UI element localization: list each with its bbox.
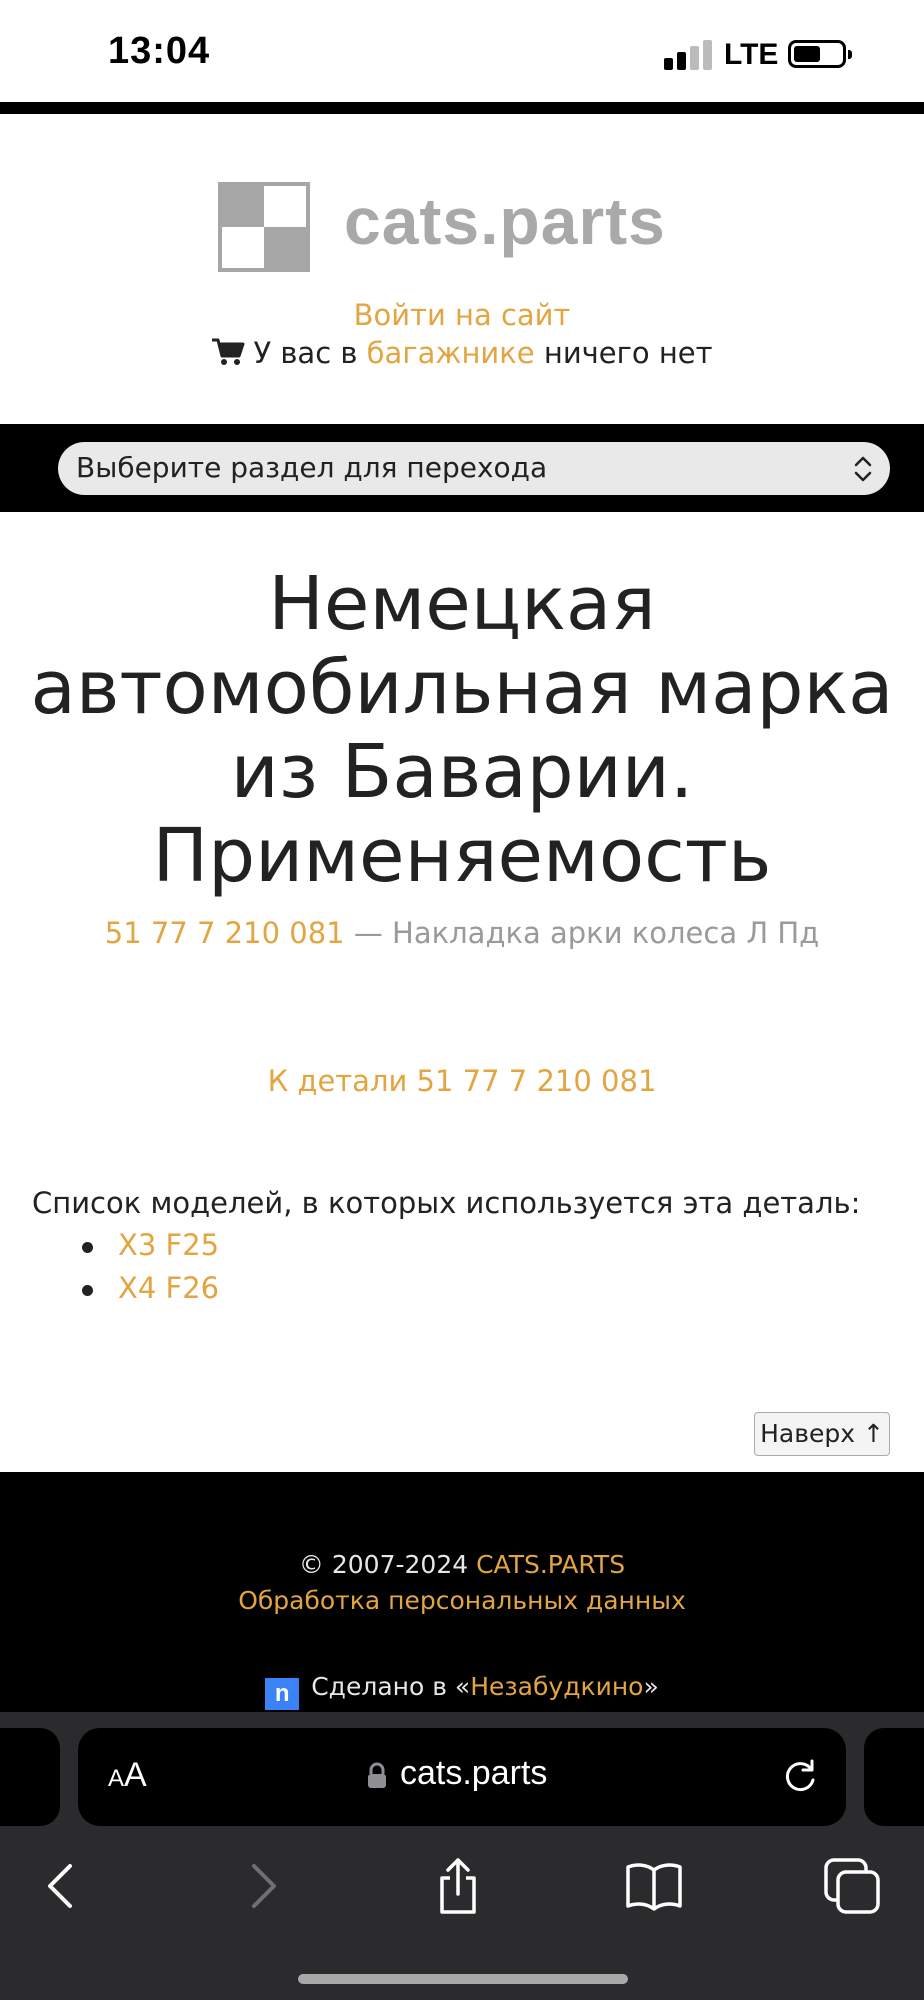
site-logo-icon[interactable] (218, 182, 310, 272)
part-description: — Накладка арки колеса Л Пд (344, 916, 820, 950)
copyright-link[interactable]: CATS.PARTS (476, 1550, 625, 1579)
url-text[interactable]: cats.parts (400, 1754, 547, 1793)
cart-prefix: У вас в (253, 336, 367, 370)
cart-suffix: ничего нет (534, 336, 713, 370)
made-in-prefix: Сделано в « (311, 1672, 471, 1701)
copyright: © 2007-2024 CATS.PARTS (0, 1550, 924, 1579)
part-number-link[interactable]: 51 77 7 210 081 (105, 916, 345, 950)
network-label: LTE (724, 38, 779, 71)
share-icon[interactable] (428, 1856, 488, 1916)
to-part-link[interactable]: К детали 51 77 7 210 081 (0, 1064, 924, 1098)
nezabudkino-logo-icon: n (265, 1678, 300, 1710)
models-heading: Список моделей, в которых используется э… (32, 1186, 861, 1220)
back-icon[interactable] (32, 1856, 92, 1916)
model-link[interactable]: X3 F25 (80, 1228, 219, 1271)
previous-tab-preview[interactable] (0, 1728, 60, 1826)
page-title: Немецкая автомобильная марка из Баварии.… (30, 561, 894, 899)
models-list: X3 F25 X4 F26 (80, 1228, 219, 1314)
section-select[interactable]: Выберите раздел для перехода (58, 442, 890, 495)
forward-icon[interactable] (232, 1856, 292, 1916)
reader-settings-button[interactable]: AA (108, 1756, 147, 1795)
section-select-value: Выберите раздел для перехода (76, 451, 548, 484)
tabs-icon[interactable] (822, 1856, 882, 1916)
nav-bar: Выберите раздел для перехода (0, 424, 924, 512)
part-line: 51 77 7 210 081 — Накладка арки колеса Л… (0, 916, 924, 950)
browser-address-area: AA cats.parts (0, 1712, 924, 1826)
model-link[interactable]: X4 F26 (80, 1271, 219, 1314)
copyright-prefix: © 2007-2024 (298, 1550, 477, 1579)
status-bar: 13:04 LTE (0, 0, 924, 102)
made-in: n Сделано в «Незабудкино» (0, 1672, 924, 1710)
browser-toolbar (0, 1826, 924, 2000)
chevron-updown-icon (854, 456, 872, 482)
cart-icon (212, 338, 245, 365)
reload-icon[interactable] (780, 1756, 820, 1796)
made-in-suffix: » (643, 1672, 659, 1701)
status-time: 13:04 (108, 30, 211, 72)
cart-link[interactable]: багажнике (367, 336, 535, 370)
next-tab-preview[interactable] (864, 1728, 924, 1826)
site-logo-text[interactable]: cats.parts (344, 183, 666, 259)
lock-icon (368, 1762, 386, 1788)
battery-icon (788, 40, 852, 68)
signal-icon (664, 40, 716, 70)
footer: © 2007-2024 CATS.PARTS Обработка персона… (0, 1472, 924, 1712)
top-strip (0, 102, 924, 114)
home-indicator[interactable] (298, 1974, 628, 1984)
cart-status: У вас в багажнике ничего нет (0, 336, 924, 370)
address-bar[interactable]: AA cats.parts (78, 1728, 846, 1826)
back-to-top-button[interactable]: Наверх ↑ (754, 1412, 890, 1456)
bookmarks-icon[interactable] (624, 1856, 684, 1916)
made-in-link[interactable]: Незабудкино (470, 1672, 643, 1701)
login-link[interactable]: Войти на сайт (0, 298, 924, 332)
privacy-link[interactable]: Обработка персональных данных (0, 1586, 924, 1615)
